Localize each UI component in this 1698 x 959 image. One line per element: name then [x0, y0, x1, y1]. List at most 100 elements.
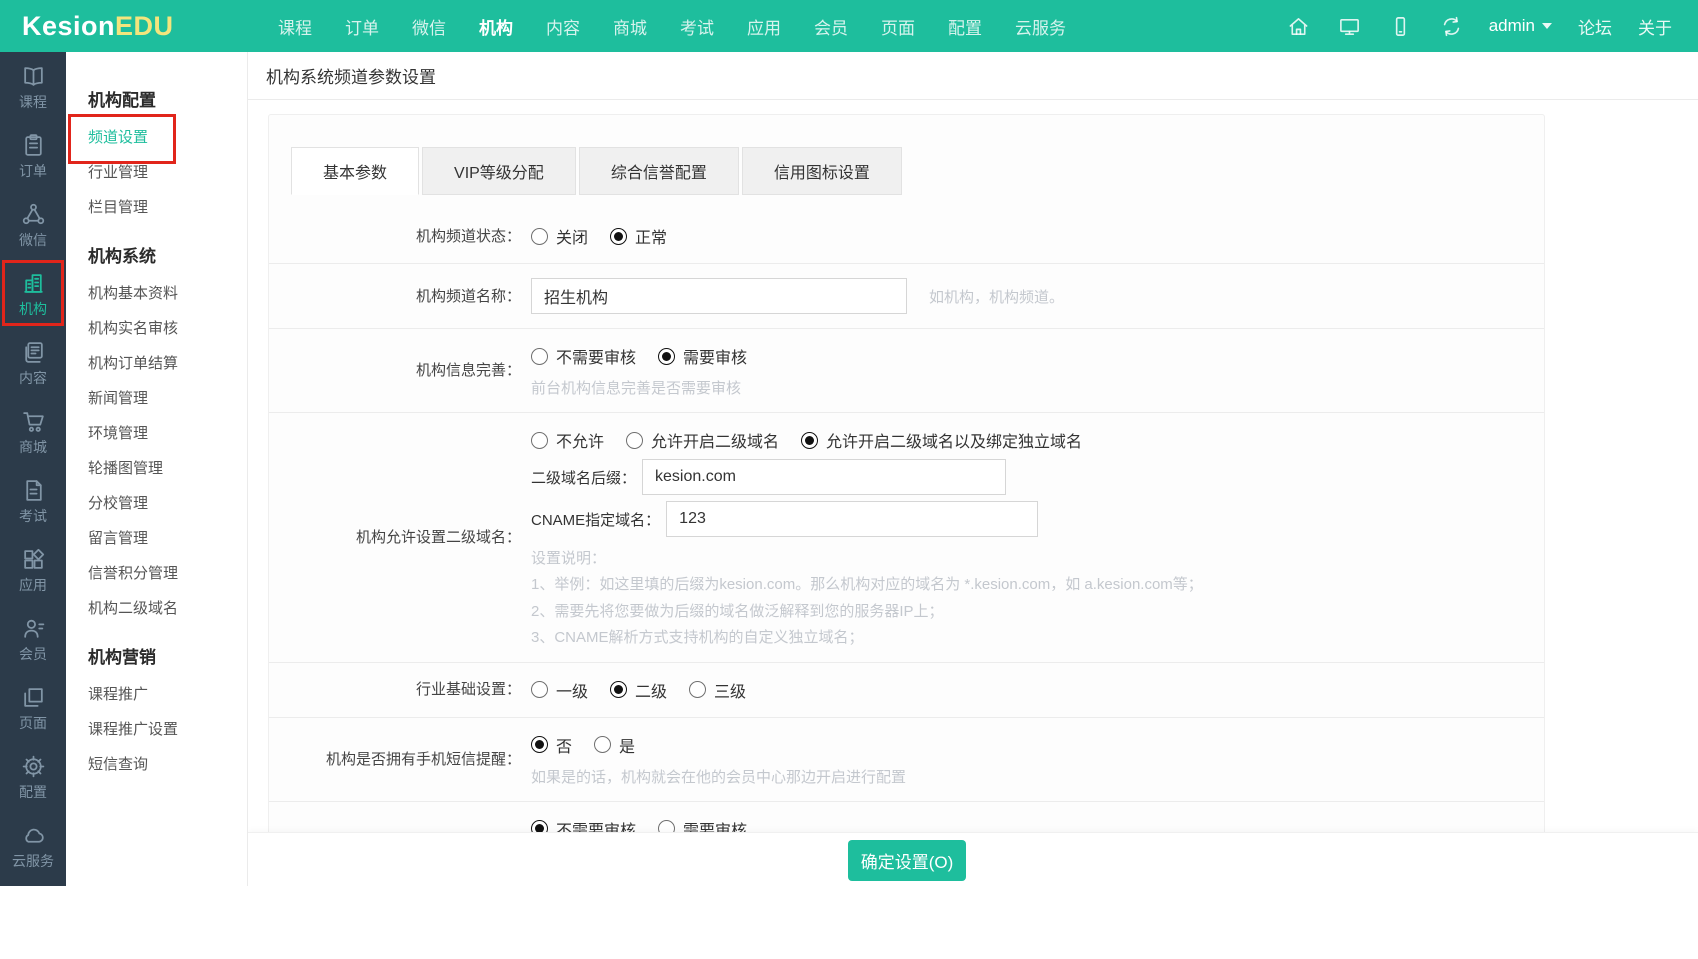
submenu-item[interactable]: 课程推广: [66, 676, 247, 711]
documents-icon: [21, 340, 46, 365]
radio-option[interactable]: 不需要审核: [531, 344, 636, 368]
cname-domain-field: CNAME指定域名：: [531, 501, 1522, 537]
monitor-icon[interactable]: [1338, 15, 1361, 38]
sidebar-item[interactable]: 订单: [0, 121, 66, 190]
channel-name-input[interactable]: [531, 278, 907, 314]
radio-icon: [531, 348, 548, 365]
radio-option[interactable]: 正常: [610, 224, 667, 248]
submenu-item[interactable]: 机构实名审核: [66, 310, 247, 345]
refresh-icon[interactable]: [1440, 15, 1463, 38]
sidebar-item[interactable]: 课程: [0, 52, 66, 121]
subdomain-suffix-input[interactable]: [642, 459, 1006, 495]
setting-note: 1、举例：如这里填的后缀为kesion.com。那么机构对应的域名为 *.kes…: [531, 575, 1522, 595]
submenu-item[interactable]: 环境管理: [66, 415, 247, 450]
submenu-item[interactable]: 栏目管理: [66, 189, 247, 224]
submenu-item[interactable]: 机构基本资料: [66, 275, 247, 310]
form-row-subdomain: 机构允许设置二级域名： 不允许 允许开启二级域名: [269, 412, 1544, 662]
submenu-item[interactable]: 行业管理: [66, 154, 247, 189]
app-logo[interactable]: KesionEDU: [0, 11, 248, 42]
radio-option[interactable]: 关闭: [531, 224, 588, 248]
top-nav-item[interactable]: 商城: [613, 14, 647, 39]
radio-option[interactable]: 二级: [610, 678, 667, 702]
radio-option[interactable]: 是: [594, 733, 635, 757]
admin-user-menu[interactable]: admin: [1489, 16, 1552, 36]
top-nav-item[interactable]: 课程: [278, 14, 312, 39]
submenu-item[interactable]: 轮播图管理: [66, 450, 247, 485]
subdomain-radio-group: 不允许 允许开启二级域名 允许开启二级域名以及绑定独立域名: [531, 427, 1522, 453]
radio-icon: [658, 348, 675, 365]
sidebar-item[interactable]: 云服务: [0, 811, 66, 880]
topbar-icons: [1287, 15, 1463, 38]
radio-option[interactable]: 允许开启二级域名: [626, 428, 779, 452]
top-nav-item[interactable]: 机构: [479, 14, 513, 39]
tab[interactable]: VIP等级分配: [422, 147, 576, 195]
top-nav-item[interactable]: 云服务: [1015, 14, 1066, 39]
tab[interactable]: 信用图标设置: [742, 147, 902, 195]
radio-option[interactable]: 不允许: [531, 428, 604, 452]
sidebar-item[interactable]: 微信: [0, 190, 66, 259]
sidebar-item[interactable]: 配置: [0, 742, 66, 811]
form-row-info-complete: 机构信息完善： 不需要审核 需要审核 前台机构信息完善是: [269, 328, 1544, 412]
top-nav-item[interactable]: 内容: [546, 14, 580, 39]
submenu-item[interactable]: 信誉积分管理: [66, 555, 247, 590]
page-title: 机构系统频道参数设置: [266, 63, 436, 88]
cname-domain-input[interactable]: [666, 501, 1038, 537]
page-titlebar: 机构系统频道参数设置: [248, 52, 1698, 100]
sidebar-item[interactable]: 考试: [0, 466, 66, 535]
gear-icon: [21, 754, 46, 779]
radio-icon: [531, 432, 548, 449]
field-label: 行业基础设置：: [291, 679, 531, 700]
submit-button[interactable]: 确定设置(O): [848, 840, 966, 881]
sidebar-item[interactable]: 内容: [0, 328, 66, 397]
radio-icon: [610, 228, 627, 245]
industry-radio-group: 一级 二级 三级: [531, 677, 1522, 703]
submenu-item[interactable]: 留言管理: [66, 520, 247, 555]
submenu-section-title: 机构系统: [66, 242, 247, 267]
top-nav-item[interactable]: 应用: [747, 14, 781, 39]
sidebar-item[interactable]: 页面: [0, 673, 66, 742]
mobile-icon[interactable]: [1389, 15, 1412, 38]
info-complete-radio-group: 不需要审核 需要审核: [531, 343, 1522, 369]
submenu-item[interactable]: 机构二级域名: [66, 590, 247, 625]
about-link[interactable]: 关于: [1638, 14, 1672, 39]
submenu-section-title: 机构营销: [66, 643, 247, 668]
tab[interactable]: 基本参数: [291, 147, 419, 195]
channel-status-radio-group: 关闭 正常: [531, 223, 1522, 249]
submenu-section: 机构营销 课程推广课程推广设置短信查询: [66, 643, 247, 781]
sidebar-item-label: 考试: [19, 509, 47, 523]
tab[interactable]: 综合信誉配置: [579, 147, 739, 195]
field-hint: 如果是的话，机构就会在他的会员中心那边开启进行配置: [531, 766, 1522, 787]
field-hint: 前台机构信息完善是否需要审核: [531, 377, 1522, 398]
submenu-item[interactable]: 分校管理: [66, 485, 247, 520]
field-label: 机构是否拥有手机短信提醒：: [291, 749, 531, 770]
field-label: 机构允许设置二级域名：: [291, 527, 531, 548]
top-nav-item[interactable]: 页面: [881, 14, 915, 39]
radio-option[interactable]: 允许开启二级域名以及绑定独立域名: [801, 428, 1082, 452]
sidebar-item[interactable]: 会员: [0, 604, 66, 673]
content-area: 基本参数VIP等级分配综合信誉配置信用图标设置 机构频道状态： 关闭: [248, 100, 1698, 886]
radio-option[interactable]: 一级: [531, 678, 588, 702]
submenu-item[interactable]: 频道设置: [66, 119, 247, 154]
radio-option[interactable]: 否: [531, 733, 572, 757]
top-nav-item[interactable]: 会员: [814, 14, 848, 39]
sidebar-item-label: 应用: [19, 578, 47, 592]
sms-radio-group: 否 是: [531, 732, 1522, 758]
forum-link[interactable]: 论坛: [1578, 14, 1612, 39]
sidebar-item[interactable]: 商城: [0, 397, 66, 466]
radio-option[interactable]: 需要审核: [658, 344, 747, 368]
sidebar-item[interactable]: 应用: [0, 535, 66, 604]
main-content: 机构系统频道参数设置 基本参数VIP等级分配综合信誉配置信用图标设置 机构频道状…: [248, 52, 1698, 886]
submenu-item[interactable]: 短信查询: [66, 746, 247, 781]
radio-icon: [626, 432, 643, 449]
admin-username: admin: [1489, 16, 1535, 36]
top-nav-item[interactable]: 订单: [345, 14, 379, 39]
top-nav-item[interactable]: 考试: [680, 14, 714, 39]
top-nav-item[interactable]: 微信: [412, 14, 446, 39]
submenu-item[interactable]: 新闻管理: [66, 380, 247, 415]
radio-option[interactable]: 三级: [689, 678, 746, 702]
top-nav-item[interactable]: 配置: [948, 14, 982, 39]
sidebar-item[interactable]: 机构: [0, 259, 66, 328]
submenu-item[interactable]: 机构订单结算: [66, 345, 247, 380]
home-icon[interactable]: [1287, 15, 1310, 38]
submenu-item[interactable]: 课程推广设置: [66, 711, 247, 746]
